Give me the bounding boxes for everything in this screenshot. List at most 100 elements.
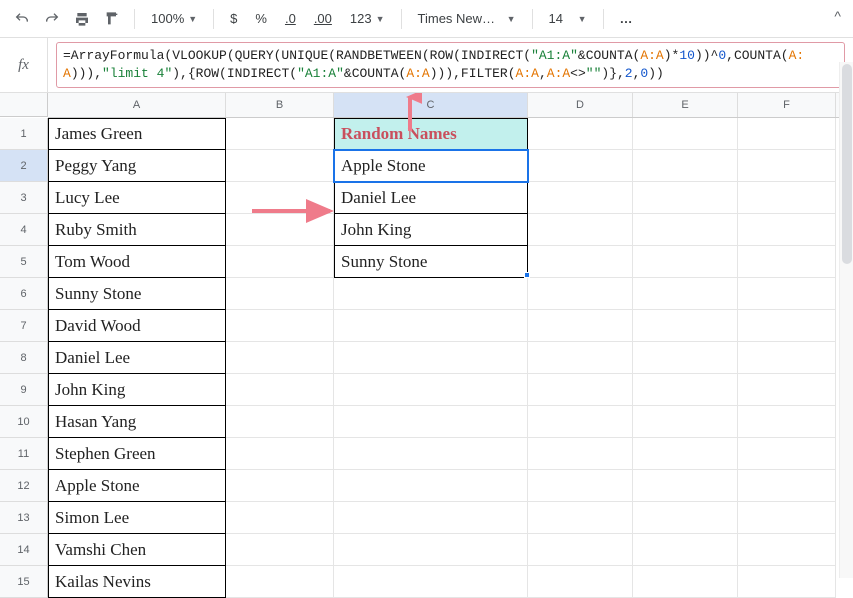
cell-B14[interactable] [226,534,334,566]
cell-B8[interactable] [226,342,334,374]
cell-E7[interactable] [633,310,738,342]
cell-B9[interactable] [226,374,334,406]
cell-E5[interactable] [633,246,738,278]
cell-A15[interactable]: Kailas Nevins [48,566,226,598]
cell-D7[interactable] [528,310,633,342]
font-dropdown[interactable]: Times New…▼ [412,11,522,26]
column-header-D[interactable]: D [528,93,633,117]
cell-F6[interactable] [738,278,836,310]
zoom-dropdown[interactable]: 100%▼ [145,11,203,26]
collapse-toolbar-button[interactable]: ^ [834,8,841,24]
cell-C1[interactable]: Random Names [334,118,528,150]
cell-A5[interactable]: Tom Wood [48,246,226,278]
cell-E12[interactable] [633,470,738,502]
cell-D6[interactable] [528,278,633,310]
row-header[interactable]: 5 [0,246,48,278]
row-header[interactable]: 6 [0,278,48,310]
cell-D1[interactable] [528,118,633,150]
cell-A4[interactable]: Ruby Smith [48,214,226,246]
cell-F7[interactable] [738,310,836,342]
cell-D10[interactable] [528,406,633,438]
cell-B6[interactable] [226,278,334,310]
cell-C6[interactable] [334,278,528,310]
cell-A10[interactable]: Hasan Yang [48,406,226,438]
cell-B11[interactable] [226,438,334,470]
column-header-F[interactable]: F [738,93,836,117]
dec-more-button[interactable]: .00 [308,11,338,26]
cell-E3[interactable] [633,182,738,214]
cell-F10[interactable] [738,406,836,438]
cell-A7[interactable]: David Wood [48,310,226,342]
cell-F11[interactable] [738,438,836,470]
column-header-C[interactable]: C [334,93,528,117]
row-header[interactable]: 13 [0,502,48,534]
column-header-A[interactable]: A [48,93,226,117]
cell-F3[interactable] [738,182,836,214]
cell-C2[interactable]: Apple Stone [334,150,528,182]
cell-A14[interactable]: Vamshi Chen [48,534,226,566]
cell-E10[interactable] [633,406,738,438]
cell-E1[interactable] [633,118,738,150]
cell-D12[interactable] [528,470,633,502]
column-header-E[interactable]: E [633,93,738,117]
format-123-dropdown[interactable]: 123▼ [344,11,391,26]
cell-B5[interactable] [226,246,334,278]
cell-D9[interactable] [528,374,633,406]
percent-button[interactable]: % [249,11,273,26]
cell-C9[interactable] [334,374,528,406]
redo-button[interactable] [40,7,64,31]
cell-B10[interactable] [226,406,334,438]
cell-F13[interactable] [738,502,836,534]
cell-A3[interactable]: Lucy Lee [48,182,226,214]
cell-F12[interactable] [738,470,836,502]
select-all-corner[interactable] [0,93,48,117]
cell-F8[interactable] [738,342,836,374]
cell-A9[interactable]: John King [48,374,226,406]
currency-button[interactable]: $ [224,11,243,26]
fill-handle[interactable] [524,272,530,278]
row-header[interactable]: 9 [0,374,48,406]
cell-E9[interactable] [633,374,738,406]
cell-C7[interactable] [334,310,528,342]
cell-A2[interactable]: Peggy Yang [48,150,226,182]
undo-button[interactable] [10,7,34,31]
cell-E8[interactable] [633,342,738,374]
row-header[interactable]: 2 [0,150,48,182]
print-button[interactable] [70,7,94,31]
row-header[interactable]: 12 [0,470,48,502]
cell-E15[interactable] [633,566,738,598]
more-button[interactable]: … [614,11,641,26]
cell-D5[interactable] [528,246,633,278]
cell-E13[interactable] [633,502,738,534]
vertical-scrollbar[interactable] [839,62,853,578]
cell-F1[interactable] [738,118,836,150]
cell-B15[interactable] [226,566,334,598]
cell-C11[interactable] [334,438,528,470]
cell-E2[interactable] [633,150,738,182]
cell-C13[interactable] [334,502,528,534]
cell-F2[interactable] [738,150,836,182]
cell-A6[interactable]: Sunny Stone [48,278,226,310]
cell-D11[interactable] [528,438,633,470]
cell-D2[interactable] [528,150,633,182]
cell-C3[interactable]: Daniel Lee [334,182,528,214]
cell-A13[interactable]: Simon Lee [48,502,226,534]
cell-A12[interactable]: Apple Stone [48,470,226,502]
cell-F9[interactable] [738,374,836,406]
cell-F14[interactable] [738,534,836,566]
cell-D3[interactable] [528,182,633,214]
row-header[interactable]: 10 [0,406,48,438]
cell-B12[interactable] [226,470,334,502]
cell-A8[interactable]: Daniel Lee [48,342,226,374]
cell-E14[interactable] [633,534,738,566]
row-header[interactable]: 15 [0,566,48,598]
cell-B13[interactable] [226,502,334,534]
row-header[interactable]: 11 [0,438,48,470]
row-header[interactable]: 7 [0,310,48,342]
row-header[interactable]: 3 [0,182,48,214]
cell-D8[interactable] [528,342,633,374]
cell-D14[interactable] [528,534,633,566]
cell-F15[interactable] [738,566,836,598]
cell-B7[interactable] [226,310,334,342]
cell-C12[interactable] [334,470,528,502]
